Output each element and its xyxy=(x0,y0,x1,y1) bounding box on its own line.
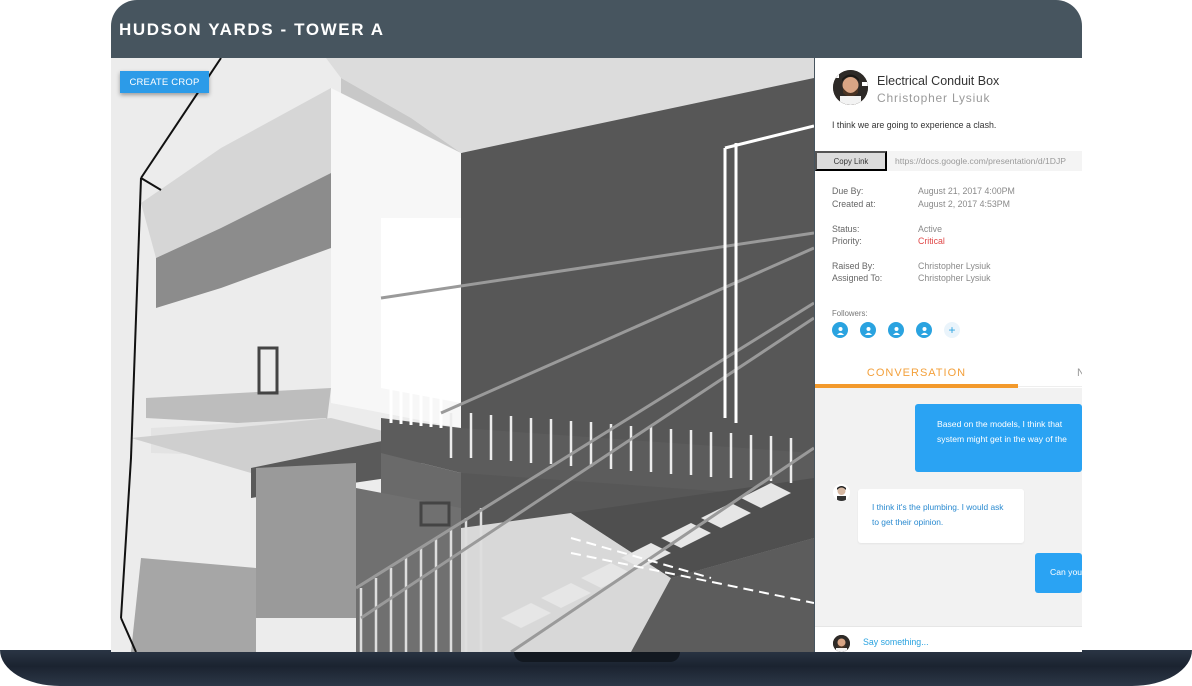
issue-panel: Electrical Conduit Box Christopher Lysiu… xyxy=(815,58,1082,652)
share-link-url[interactable]: https://docs.google.com/presentation/d/1… xyxy=(895,156,1066,166)
message-line: system might get in the way of the xyxy=(937,434,1067,444)
message-outgoing: Can you xyxy=(1035,553,1082,593)
app-header: HUDSON YARDS - TOWER A xyxy=(111,0,1082,58)
conversation-thread[interactable]: Based on the models, I think that system… xyxy=(815,388,1082,626)
status-label: Status: xyxy=(832,224,860,234)
raised-by-value: Christopher Lysiuk xyxy=(918,261,991,271)
plus-icon: + xyxy=(948,323,956,337)
message-line: Based on the models, I think that xyxy=(937,419,1063,429)
message-line: Can you xyxy=(1050,567,1082,577)
author-avatar xyxy=(833,70,868,105)
message-line: to get their opinion. xyxy=(872,517,944,527)
due-by-label: Due By: xyxy=(832,186,864,196)
message-composer xyxy=(815,626,1082,652)
issue-author: Christopher Lysiuk xyxy=(877,91,991,105)
follower-avatar[interactable] xyxy=(916,322,932,338)
user-icon xyxy=(864,326,872,335)
follower-avatar[interactable] xyxy=(888,322,904,338)
message-line: I think it's the plumbing. I would ask xyxy=(872,502,1004,512)
tab-next[interactable]: N xyxy=(1077,358,1082,387)
panel-tabs: CONVERSATION N xyxy=(815,358,1082,388)
assigned-to-value: Christopher Lysiuk xyxy=(918,273,991,283)
app-window: HUDSON YARDS - TOWER A CREATE CROP Elect… xyxy=(111,0,1082,652)
follower-avatar[interactable] xyxy=(832,322,848,338)
user-icon xyxy=(836,326,844,335)
priority-value: Critical xyxy=(918,236,945,246)
message-incoming: I think it's the plumbing. I would ask t… xyxy=(858,489,1024,543)
follower-avatar[interactable] xyxy=(860,322,876,338)
app-title: HUDSON YARDS - TOWER A xyxy=(119,20,385,39)
message-input[interactable] xyxy=(863,637,976,647)
issue-description: I think we are going to experience a cla… xyxy=(832,120,997,130)
share-link-row: Copy Link https://docs.google.com/presen… xyxy=(815,151,1082,171)
model-viewport[interactable]: CREATE CROP xyxy=(111,58,814,652)
status-value: Active xyxy=(918,224,942,234)
tab-conversation[interactable]: CONVERSATION xyxy=(815,358,1018,387)
followers-label: Followers: xyxy=(832,309,868,318)
created-at-label: Created at: xyxy=(832,199,876,209)
message-outgoing: Based on the models, I think that system… xyxy=(915,404,1082,472)
assigned-to-label: Assigned To: xyxy=(832,273,883,283)
laptop-mockup: HUDSON YARDS - TOWER A CREATE CROP Elect… xyxy=(0,0,1192,686)
create-crop-button[interactable]: CREATE CROP xyxy=(120,71,209,93)
building-model-render[interactable] xyxy=(111,58,814,652)
priority-label: Priority: xyxy=(832,236,862,246)
raised-by-label: Raised By: xyxy=(832,261,875,271)
due-by-value: August 21, 2017 4:00PM xyxy=(918,186,1015,196)
user-icon xyxy=(920,326,928,335)
issue-title: Electrical Conduit Box xyxy=(877,74,1000,88)
commenter-avatar xyxy=(833,484,850,501)
add-follower-button[interactable]: + xyxy=(944,322,960,338)
copy-link-button[interactable]: Copy Link xyxy=(815,151,887,171)
user-icon xyxy=(892,326,900,335)
created-at-value: August 2, 2017 4:53PM xyxy=(918,199,1010,209)
current-user-avatar xyxy=(833,635,850,652)
